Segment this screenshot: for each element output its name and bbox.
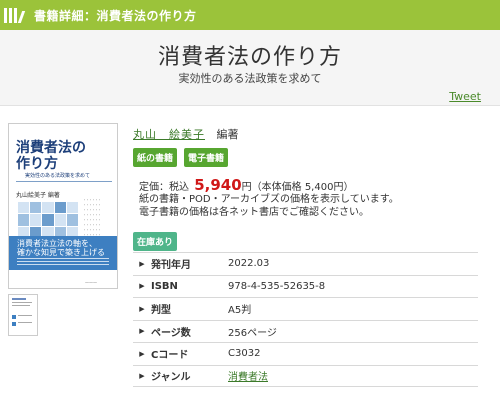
genre-link[interactable]: 消費者法: [228, 368, 268, 383]
detail-label: ジャンル: [151, 372, 191, 384]
detail-label: Cコード: [151, 350, 189, 362]
cover-subtitle: 実効性のある法政策を求めて: [25, 173, 91, 179]
detail-value: C3032: [228, 348, 261, 360]
price-note-line2: 電子書籍の価格は各ネット書店でご確認ください。: [139, 207, 369, 218]
triangle-right-icon: ▶: [139, 282, 145, 291]
title-section: 消費者法の作り方 実効性のある法政策を求めて Tweet: [0, 30, 500, 106]
cover-title-line1: 消費者法の: [16, 140, 86, 156]
cover-band-lines: [17, 258, 109, 268]
detail-row-c-code: ▶ Cコード C3032: [133, 342, 478, 365]
triangle-right-icon: ▶: [139, 304, 145, 313]
page-subtitle: 実効性のある法政策を求めて: [178, 72, 322, 85]
badge-print-book: 紙の書籍: [133, 148, 178, 167]
price-label: 定価：税込: [139, 182, 189, 193]
detail-value: 2022.03: [228, 258, 270, 270]
cover-pattern: [18, 202, 78, 238]
detail-value: 256ページ: [228, 327, 277, 339]
price-unit: 円: [241, 182, 252, 193]
badge-ebook: 電子書籍: [184, 148, 229, 167]
author-row: 丸山 絵美子 編著: [133, 126, 239, 142]
price-amount: 5,940: [194, 176, 242, 194]
page-title: 消費者法の作り方: [157, 45, 342, 70]
author-role: 編著: [216, 128, 239, 141]
cover-thumbnail[interactable]: [8, 294, 38, 336]
price-note-line1: 紙の書籍・POD・アーカイブズの価格を表示しています。: [139, 194, 399, 205]
format-badges: 紙の書籍 電子書籍: [133, 148, 229, 167]
detail-value: A5判: [228, 305, 252, 317]
price-block: 定価：税込 5,940円（本体価格 5,400円）: [139, 176, 353, 194]
details-table: ▶ 発刊年月 2022.03 ▶ ISBN 978-4-535-52635-8 …: [133, 252, 478, 387]
detail-row-format: ▶ 判型 A5判: [133, 297, 478, 320]
detail-row-publish-date: ▶ 発刊年月 2022.03: [133, 252, 478, 275]
triangle-right-icon: ▶: [139, 349, 145, 358]
detail-value: 978-4-535-52635-8: [228, 280, 326, 292]
cover-divider: [16, 181, 112, 182]
cover-title: 消費者法の 作り方: [16, 140, 86, 172]
stock-badge: 在庫あり: [133, 232, 178, 251]
breadcrumb: 書籍詳細：消費者法の作り方: [34, 8, 197, 23]
detail-label: 判型: [151, 305, 171, 317]
triangle-right-icon: ▶: [139, 259, 145, 268]
detail-label: ページ数: [151, 327, 191, 339]
tweet-link[interactable]: Tweet: [449, 90, 481, 103]
cover-band-line2: 確かな知見で築き上げる: [17, 248, 105, 257]
top-bar: 書籍詳細：消費者法の作り方: [0, 0, 500, 30]
price-notes: 紙の書籍・POD・アーカイブズの価格を表示しています。 電子書籍の価格は各ネット…: [139, 193, 399, 219]
triangle-right-icon: ▶: [139, 371, 145, 380]
detail-label: 発刊年月: [151, 260, 191, 272]
cover-band: 消費者法立法の軸を、 確かな知見で築き上げる: [9, 236, 117, 270]
cover-author: 丸山絵美子 編著: [16, 192, 60, 199]
detail-row-isbn: ▶ ISBN 978-4-535-52635-8: [133, 274, 478, 298]
author-link[interactable]: 丸山 絵美子: [133, 128, 205, 141]
detail-row-genre: ▶ ジャンル 消費者法: [133, 364, 478, 387]
cover-band-line1: 消費者法立法の軸を、: [17, 239, 97, 248]
detail-row-pages: ▶ ページ数 256ページ: [133, 319, 478, 343]
cover-title-line2: 作り方: [16, 156, 58, 172]
cover-band-text: 消費者法立法の軸を、 確かな知見で築き上げる: [17, 239, 105, 257]
price-note: （本体価格 5,400円）: [251, 182, 354, 193]
library-books-icon[interactable]: [0, 0, 26, 30]
triangle-right-icon: ▶: [139, 327, 145, 336]
cover-publisher-mark: ———: [85, 280, 97, 285]
detail-label: ISBN: [151, 280, 178, 292]
book-cover-image[interactable]: 消費者法の 作り方 実効性のある法政策を求めて 丸山絵美子 編著 ・・・・・・・…: [8, 123, 118, 289]
